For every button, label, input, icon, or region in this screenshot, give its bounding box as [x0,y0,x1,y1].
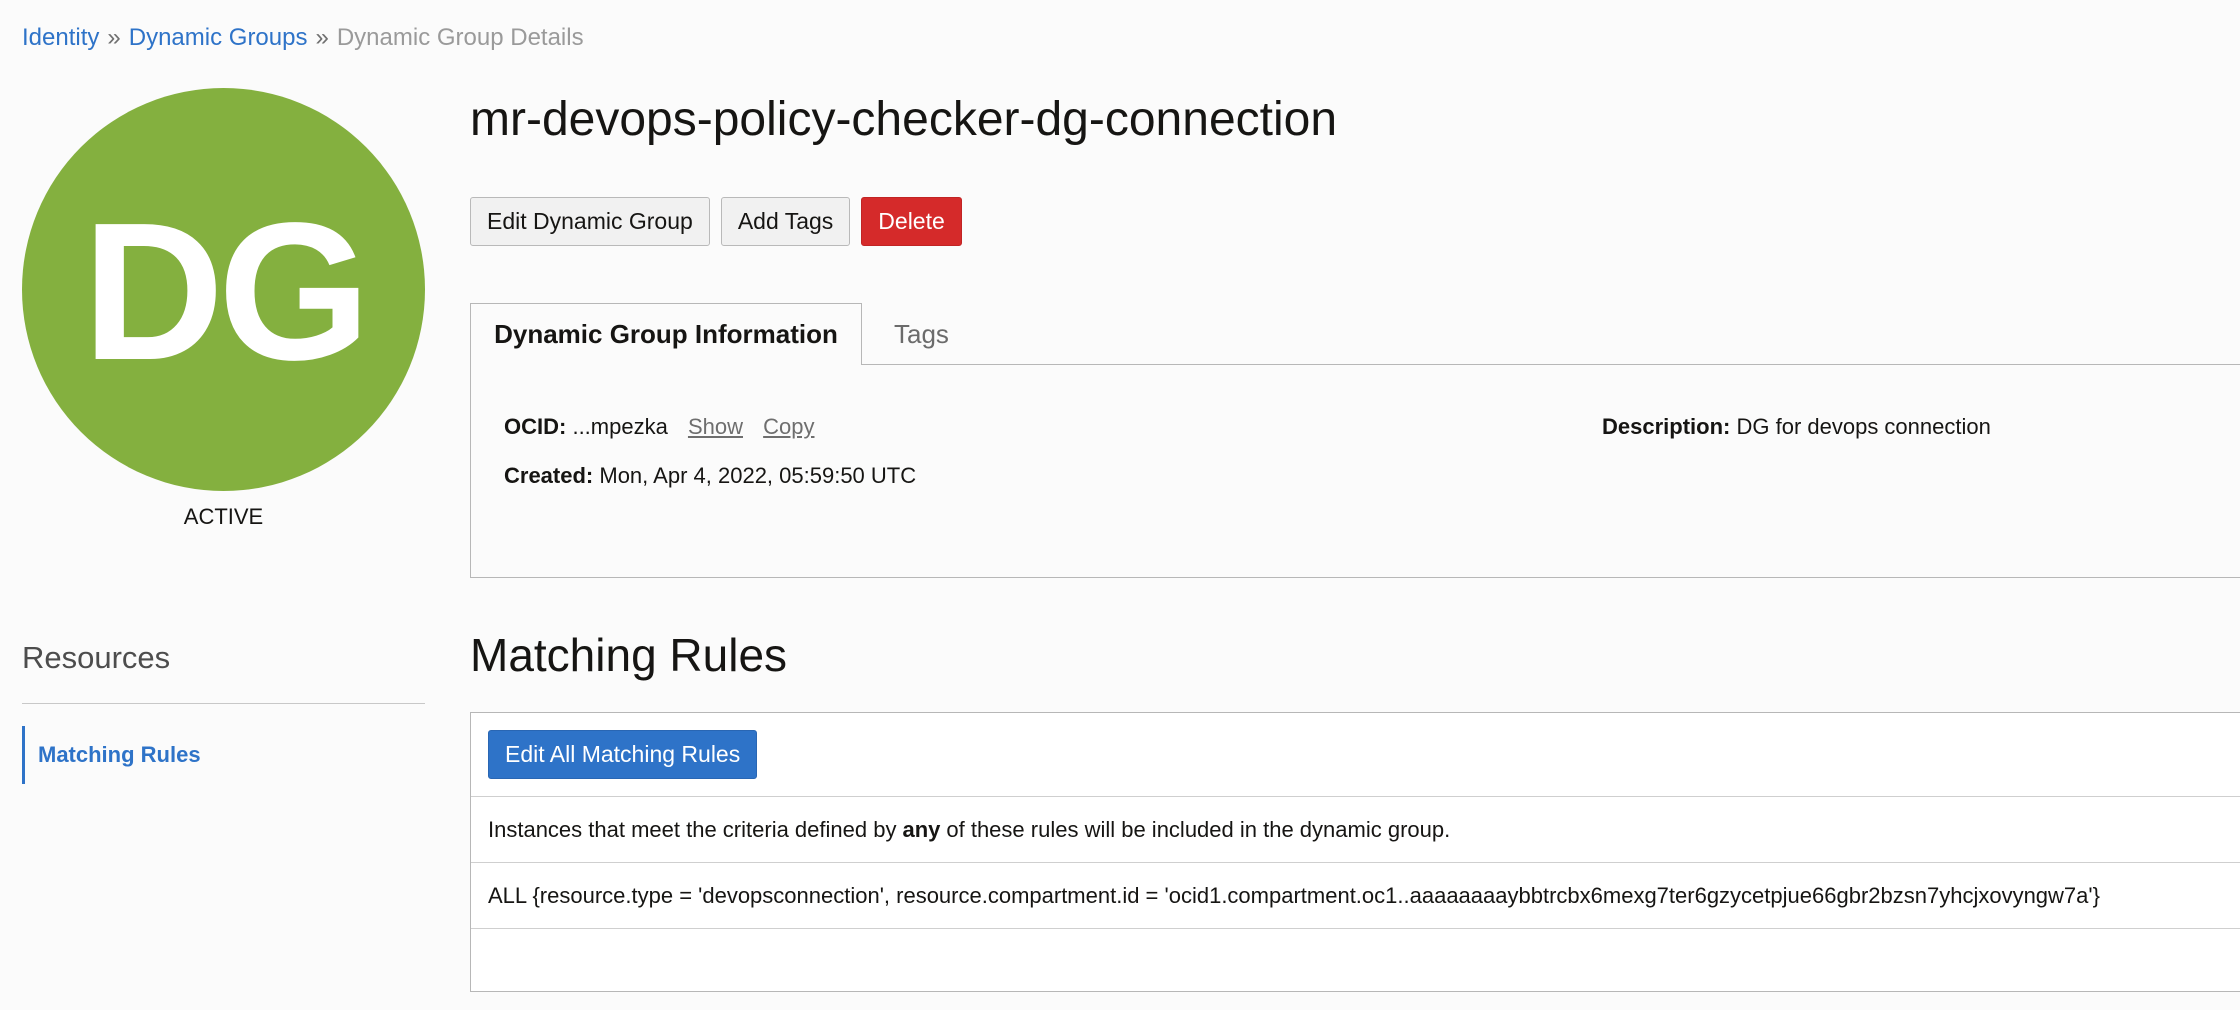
avatar: DG [22,88,425,491]
description-value: DG for devops connection [1736,414,1991,439]
breadcrumb-separator: » [315,24,329,51]
tab-bar: Dynamic Group Information Tags [470,303,2240,365]
description-label: Description: [1602,414,1731,439]
ocid-row: OCID: ...mpezka Show Copy [504,414,814,440]
matching-rules-title: Matching Rules [470,629,788,681]
breadcrumb: Identity » Dynamic Groups » Dynamic Group De… [22,24,584,52]
ocid-copy-link[interactable]: Copy [763,414,814,439]
created-row: Created: Mon, Apr 4, 2022, 05:59:50 UTC [504,463,916,489]
breadcrumb-dynamic-groups[interactable]: Dynamic Groups [129,24,308,51]
info-panel: OCID: ...mpezka Show Copy Created: Mon, … [470,364,2240,578]
tab-tags[interactable]: Tags [894,303,949,365]
matching-rules-table: Edit All Matching Rules Instances that m… [470,712,2240,992]
rules-description-before: Instances that meet the criteria defined… [488,816,897,842]
tab-dynamic-group-information[interactable]: Dynamic Group Information [470,303,862,365]
ocid-show-link[interactable]: Show [688,414,743,439]
ocid-value: ...mpezka [572,414,668,439]
status-label: ACTIVE [183,504,264,529]
ocid-label: OCID: [504,414,567,439]
page-title: mr-devops-policy-checker-dg-connection [470,93,1338,146]
created-label: Created: [504,463,594,488]
rules-description-after: of these rules will be included in the d… [946,816,1451,842]
avatar-initials: DG [82,181,371,401]
breadcrumb-current: Dynamic Group Details [336,24,584,51]
edit-all-matching-rules-button[interactable]: Edit All Matching Rules [488,730,758,779]
edit-dynamic-group-button[interactable]: Edit Dynamic Group [470,197,710,246]
rules-toolbar: Edit All Matching Rules [471,713,2240,797]
resources-title: Resources [22,640,171,675]
rules-description-any: any [902,816,941,842]
resources-item-matching-rules[interactable]: Matching Rules [22,726,201,784]
resources-divider [22,703,425,704]
action-bar: Edit Dynamic Group Add Tags Delete [470,197,962,246]
rules-description: Instances that meet the criteria defined… [471,797,2240,863]
rule-text: ALL {resource.type = 'devopsconnection',… [488,882,2100,908]
description-row: Description: DG for devops connection [1602,414,1991,440]
breadcrumb-separator: » [107,24,121,51]
breadcrumb-identity[interactable]: Identity [22,24,99,51]
add-tags-button[interactable]: Add Tags [720,197,851,246]
delete-button[interactable]: Delete [861,197,962,246]
created-value: Mon, Apr 4, 2022, 05:59:50 UTC [599,463,917,488]
rule-row: ALL {resource.type = 'devopsconnection',… [471,863,2240,929]
